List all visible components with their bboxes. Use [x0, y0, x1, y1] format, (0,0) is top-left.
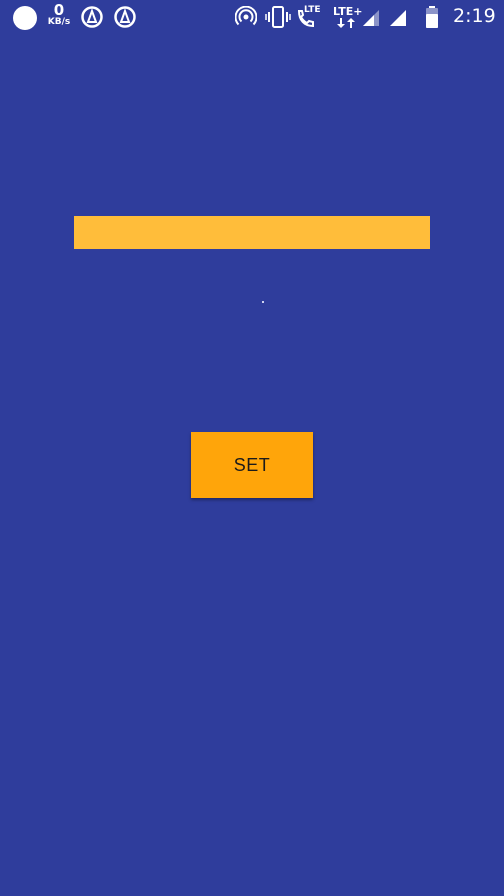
network-speed-unit: KB/s: [47, 17, 71, 27]
data-arrows-icon: [337, 18, 355, 28]
speedometer-icon: [81, 6, 103, 28]
speedometer-icon: [114, 6, 136, 28]
hotspot-icon: [235, 6, 257, 26]
network-speed-value: 0: [53, 1, 65, 19]
signal-icon: [363, 10, 379, 26]
status-clock: 2:19: [453, 5, 496, 27]
value-input-field[interactable]: [74, 216, 430, 249]
battery-icon: [426, 6, 438, 28]
set-button[interactable]: SET: [191, 432, 313, 498]
lte-label: LTE: [304, 5, 321, 15]
network-speed: 0 KB/s: [44, 3, 74, 27]
vibrate-icon: [265, 6, 291, 28]
signal-icon: [390, 10, 406, 26]
lte-plus-label: LTE+: [333, 5, 363, 18]
text-cursor-dot: [262, 301, 264, 303]
status-bar: 0 KB/s LTE LTE+ 2:19: [0, 0, 504, 34]
circle-notification-icon: [13, 6, 37, 30]
